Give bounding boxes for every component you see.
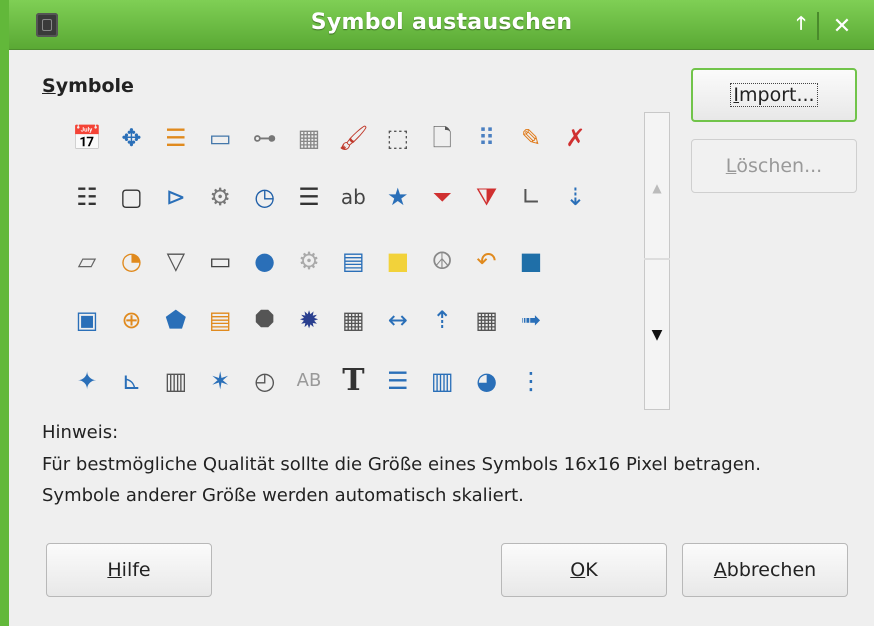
clear-filter-icon[interactable]: ⏷ [420, 175, 464, 219]
hint-line-1: Für bestmögliche Qualität sollte die Grö… [42, 454, 761, 475]
form-controls-icon[interactable]: ▦ [331, 298, 375, 342]
label-tag-icon[interactable]: ⬟ [154, 298, 198, 342]
double-arrow-icon[interactable]: ↔ [376, 298, 420, 342]
pencil-icon[interactable]: ✎ [509, 116, 553, 160]
abc-field-icon[interactable]: ▭ [198, 116, 242, 160]
numbered-list-icon[interactable]: ☷ [65, 175, 109, 219]
keep-above-icon[interactable]: 🡑 [786, 13, 816, 39]
l-shape-icon[interactable]: ∟ [509, 175, 553, 219]
pie-moon-icon[interactable]: ◕ [465, 359, 509, 403]
scroll-down-icon[interactable]: ▼ [645, 327, 669, 343]
burst-icon[interactable]: ✹ [287, 298, 331, 342]
bullet-list-icon[interactable]: ☰ [154, 116, 198, 160]
align-center-icon[interactable]: ⊕ [109, 298, 153, 342]
six-point-star-icon[interactable]: ✶ [198, 359, 242, 403]
arrow-right-icon[interactable]: ➟ [509, 298, 553, 342]
title-separator [817, 12, 819, 40]
table-frame-icon[interactable]: ▥ [420, 359, 464, 403]
spellcheck-icon[interactable]: ab [331, 175, 375, 219]
sort-up-icon[interactable]: ⇡ [420, 298, 464, 342]
hint-line-2: Symbole anderer Größe werden automatisch… [42, 485, 524, 506]
tree-view-icon[interactable]: ⊶ [243, 116, 287, 160]
dialog-window: Symbol austauschen 🡑 ✕ Symbole 📅 ✥ ☰ ▭ ⊶ ▦ 🖌 ⬚ 🗋… [0, 0, 874, 626]
title-bar[interactable]: Symbol austauschen 🡑 ✕ [9, 0, 874, 50]
scroll-thumb[interactable] [644, 258, 670, 260]
list-icon[interactable]: ☰ [287, 175, 331, 219]
parallelogram-icon[interactable]: ▱ [65, 239, 109, 283]
symbols-label: Symbole [42, 75, 134, 97]
calendar-24-icon[interactable]: 📅 [65, 116, 109, 160]
symbol-grid[interactable]: 📅 ✥ ☰ ▭ ⊶ ▦ 🖌 ⬚ 🗋 ⠿ ✎ ✗ ☷ ▢ ⊳ ⚙ ◷ ☰ ab ★ ⏷ ⧩ ∟ ⇣ ▱ ◔ ▽ ▭ ● ⚙ ▤ ■ ☮ ↶ ■ ▣ ⊕ ⬟ ▤… [65, 108, 635, 410]
filter-icon[interactable]: ▽ [154, 239, 198, 283]
import-button[interactable]: Import... [691, 68, 857, 122]
indent-list-icon[interactable]: ☰ [376, 359, 420, 403]
cancel-button[interactable]: Abbrechen [682, 543, 848, 597]
clock-outline-icon[interactable]: ◴ [243, 359, 287, 403]
move-icon[interactable]: ✥ [109, 116, 153, 160]
l-corner-icon[interactable]: ⊾ [109, 359, 153, 403]
gear-outline-icon[interactable]: ⚙ [287, 239, 331, 283]
select-cursor-icon[interactable]: ⬚ [376, 116, 420, 160]
four-point-star-icon[interactable]: ✦ [65, 359, 109, 403]
text-columns-icon[interactable]: ▥ [154, 359, 198, 403]
scroll-up-icon[interactable]: ▲ [645, 181, 669, 195]
bold-t-icon[interactable]: T [331, 359, 375, 403]
speech-bubble-icon[interactable]: ● [243, 239, 287, 283]
ok-button-icon[interactable]: ▭ [198, 239, 242, 283]
octagon-icon[interactable]: ⯃ [243, 298, 287, 342]
table-grid-icon[interactable]: ▦ [287, 116, 331, 160]
vertical-scrollbar[interactable]: ▲ ▼ [644, 112, 670, 410]
gear-icon[interactable]: ⚙ [198, 175, 242, 219]
dotted-grid-icon[interactable]: ⠿ [465, 116, 509, 160]
undo-arrow-icon[interactable]: ↶ [465, 239, 509, 283]
shapes-icon[interactable]: ◔ [109, 239, 153, 283]
cube-icon[interactable]: ■ [509, 239, 553, 283]
clock-icon[interactable]: ◷ [243, 175, 287, 219]
frame-icon[interactable]: ▢ [109, 175, 153, 219]
star-icon[interactable]: ★ [376, 175, 420, 219]
document-cursor-icon[interactable]: 🗋 [420, 116, 464, 160]
help-button[interactable]: Hilfe [46, 543, 212, 597]
close-icon[interactable]: ✕ [827, 13, 857, 39]
window-title: Symbol austauschen [310, 10, 573, 35]
sort-down-icon[interactable]: ⇣ [553, 175, 597, 219]
dotted-list-icon[interactable]: ⋮ [509, 359, 553, 403]
edit-form-icon[interactable]: ▤ [331, 239, 375, 283]
ok-button[interactable]: OK [501, 543, 667, 597]
remove-filter-icon[interactable]: ⧩ [465, 175, 509, 219]
hint-title: Hinweis: [42, 422, 119, 443]
image-zoom-icon[interactable]: ▣ [65, 298, 109, 342]
date-field-icon[interactable]: ▦ [465, 298, 509, 342]
sticky-note-icon[interactable]: ■ [376, 239, 420, 283]
book-icon[interactable]: ▤ [198, 298, 242, 342]
delete-button[interactable]: Löschen... [691, 139, 857, 193]
peace-icon[interactable]: ☮ [420, 239, 464, 283]
ab-text-icon[interactable]: AB [287, 359, 331, 403]
paintbrush-icon[interactable]: 🖌 [331, 116, 375, 160]
delete-link-icon[interactable]: ✗ [553, 116, 597, 160]
polygon-select-icon[interactable]: ⊳ [154, 175, 198, 219]
